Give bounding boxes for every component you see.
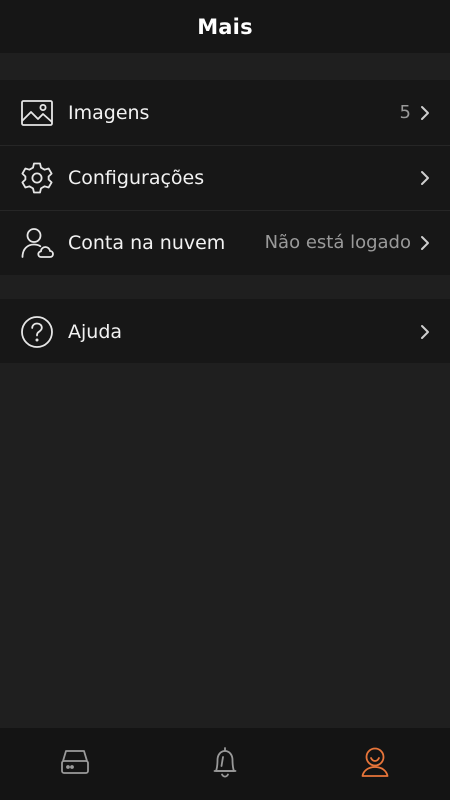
menu-item-images[interactable]: Imagens 5 — [0, 80, 450, 145]
menu-section-main: Imagens 5 Configurações Conta na nuvem N… — [0, 80, 450, 275]
user-cloud-icon — [19, 225, 55, 261]
menu-item-label: Ajuda — [68, 320, 123, 343]
login-status: Não está logado — [264, 232, 411, 253]
menu-item-help[interactable]: Ajuda — [0, 299, 450, 364]
menu-item-label: Conta na nuvem — [68, 231, 226, 254]
page-title: Mais — [197, 14, 253, 39]
alarm-bell-icon — [212, 746, 238, 782]
chevron-right-icon — [419, 235, 431, 251]
header: Mais — [0, 0, 450, 53]
menu-item-cloud-account[interactable]: Conta na nuvem Não está logado — [0, 210, 450, 275]
bottom-tab-bar — [0, 728, 450, 800]
menu-item-label: Imagens — [68, 101, 150, 124]
gear-icon — [19, 160, 55, 196]
more-screen: Mais Imagens 5 Configurações Conta na nu… — [0, 0, 450, 800]
image-icon — [19, 95, 55, 131]
tab-profile[interactable] — [300, 728, 450, 800]
tab-devices[interactable] — [0, 728, 150, 800]
device-icon — [59, 747, 91, 781]
profile-icon — [360, 746, 390, 782]
menu-item-settings[interactable]: Configurações — [0, 145, 450, 210]
menu-section-help: Ajuda — [0, 299, 450, 363]
menu-item-label: Configurações — [68, 166, 205, 189]
tab-alarms[interactable] — [150, 728, 300, 800]
chevron-right-icon — [419, 324, 431, 340]
chevron-right-icon — [419, 105, 431, 121]
images-count: 5 — [399, 102, 411, 123]
chevron-right-icon — [419, 170, 431, 186]
help-icon — [19, 314, 55, 350]
